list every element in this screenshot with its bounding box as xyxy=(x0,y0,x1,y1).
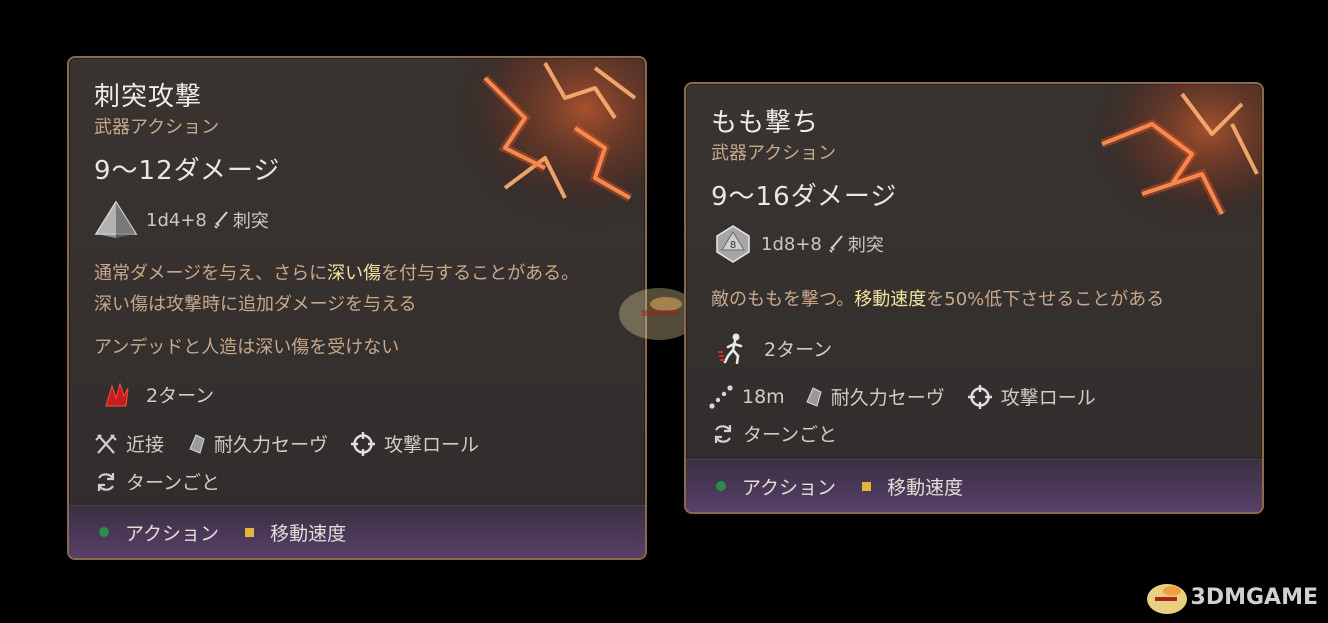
skill-subtitle: 武器アクション xyxy=(711,143,837,164)
range-value: 近接 xyxy=(126,434,165,456)
cooldown-row: ターンごと xyxy=(711,420,859,447)
movement-tag[interactable]: 移動速度 xyxy=(245,519,346,546)
damage-range: 9〜12ダメージ xyxy=(94,156,281,186)
save-value: 耐久力セーヴ xyxy=(830,387,945,409)
range-value: 18m xyxy=(742,385,785,408)
stats-row: 近接 耐久力セーヴ 攻撃ロール xyxy=(94,430,501,457)
action-dot-icon xyxy=(716,481,726,491)
cooldown-row: ターンごと xyxy=(94,468,242,495)
desc-text: 通常ダメージを与え、さらに xyxy=(94,263,328,284)
desc-line-1: 敵のももを撃つ。移動速度を50%低下させることがある xyxy=(711,284,1251,315)
skill-description: 通常ダメージを与え、さらに深い傷を付与することがある。 深い傷は攻撃時に追加ダメ… xyxy=(94,258,634,363)
action-tag[interactable]: アクション xyxy=(99,519,219,546)
roll-stat: 攻撃ロール xyxy=(967,383,1096,410)
refresh-icon xyxy=(97,472,115,491)
stats-row: 18m 耐久力セーヴ 攻撃ロール xyxy=(708,383,1118,410)
dice-face-number: 8 xyxy=(730,240,736,251)
deep-wound-keyword[interactable]: 深い傷 xyxy=(327,263,381,284)
shield-icon xyxy=(806,386,822,407)
tooltip-card-thrust: 刺突攻撃 武器アクション 9〜12ダメージ 1d4+8 刺突 通常ダメージを与え… xyxy=(67,56,647,560)
action-tag-label: アクション xyxy=(742,476,837,499)
duration-value: 2ターン xyxy=(764,338,833,361)
range-stat: 18m xyxy=(708,384,785,410)
duration-row: 2ターン xyxy=(102,380,236,408)
site-watermark: 3DMGAME xyxy=(1145,577,1318,617)
damage-type: 刺突 xyxy=(232,211,269,232)
movement-tag[interactable]: 移動速度 xyxy=(862,473,963,500)
roll-value: 攻撃ロール xyxy=(384,434,480,456)
desc-line-3: アンデッドと人造は深い傷を受けない xyxy=(94,337,400,358)
action-tag-label: アクション xyxy=(125,522,220,545)
watermark-text: 3DMGAME xyxy=(1190,584,1318,610)
movement-square-icon xyxy=(862,481,872,491)
damage-range: 9〜16ダメージ xyxy=(711,182,898,212)
desc-line-2: 深い傷は攻撃時に追加ダメージを与える xyxy=(94,294,417,315)
desc-text: 敵のももを撃つ。 xyxy=(711,289,855,310)
skill-title: 刺突攻撃 xyxy=(94,82,203,112)
save-stat: 耐久力セーヴ xyxy=(186,430,328,457)
d4-dice-icon xyxy=(94,200,138,238)
range-stat: 近接 xyxy=(94,430,164,457)
tag-footer: アクション 移動速度 xyxy=(69,505,645,558)
d8-dice-icon: 8 xyxy=(716,225,750,263)
roll-value: 攻撃ロール xyxy=(1000,387,1096,409)
movement-tag-label: 移動速度 xyxy=(270,522,347,545)
movement-tag-label: 移動速度 xyxy=(887,476,964,499)
bleed-icon xyxy=(105,382,129,407)
crossed-swords-icon xyxy=(95,433,117,454)
dice-formula: 1d4+8 xyxy=(146,209,207,231)
slowed-icon xyxy=(718,333,743,364)
desc-text: を50%低下させることがある xyxy=(926,289,1165,310)
action-dot-icon xyxy=(99,527,109,537)
movement-square-icon xyxy=(245,527,255,537)
range-dots-icon xyxy=(709,384,733,409)
roll-stat: 攻撃ロール xyxy=(350,430,479,457)
duration-row: 2ターン xyxy=(716,332,854,364)
skill-subtitle: 武器アクション xyxy=(94,117,220,138)
skill-emblem-glow xyxy=(445,58,645,228)
dice-row: 8 1d8+8 刺突 xyxy=(713,224,884,264)
shield-icon xyxy=(189,433,205,454)
movement-speed-keyword[interactable]: 移動速度 xyxy=(854,289,926,310)
damage-type: 刺突 xyxy=(847,235,884,256)
refresh-icon xyxy=(714,424,732,443)
action-tag[interactable]: アクション xyxy=(716,473,836,500)
skill-title: もも撃ち xyxy=(711,108,820,138)
desc-text: を付与することがある。 xyxy=(381,263,580,284)
crosshair-icon xyxy=(351,431,376,456)
cooldown-value: ターンごと xyxy=(126,472,221,494)
sword-icon xyxy=(214,211,228,229)
skill-description: 敵のももを撃つ。移動速度を50%低下させることがある xyxy=(711,284,1251,315)
tag-footer: アクション 移動速度 xyxy=(686,459,1262,512)
save-stat: 耐久力セーヴ xyxy=(803,383,945,410)
crosshair-icon xyxy=(967,384,992,409)
dice-formula: 1d8+8 xyxy=(761,233,822,255)
duration-value: 2ターン xyxy=(146,384,215,407)
sword-icon xyxy=(829,235,843,253)
skill-emblem-glow xyxy=(1082,84,1262,234)
dice-row: 1d4+8 刺突 xyxy=(94,200,269,240)
cooldown-value: ターンごと xyxy=(743,424,838,446)
desc-line-1: 通常ダメージを与え、さらに深い傷を付与することがある。 xyxy=(94,258,634,289)
save-value: 耐久力セーヴ xyxy=(214,434,329,456)
tooltip-card-thigh-shot: もも撃ち 武器アクション 9〜16ダメージ 8 1d8+8 刺突 敵のももを撃つ… xyxy=(684,82,1264,514)
mascot-logo-icon xyxy=(1146,584,1187,614)
